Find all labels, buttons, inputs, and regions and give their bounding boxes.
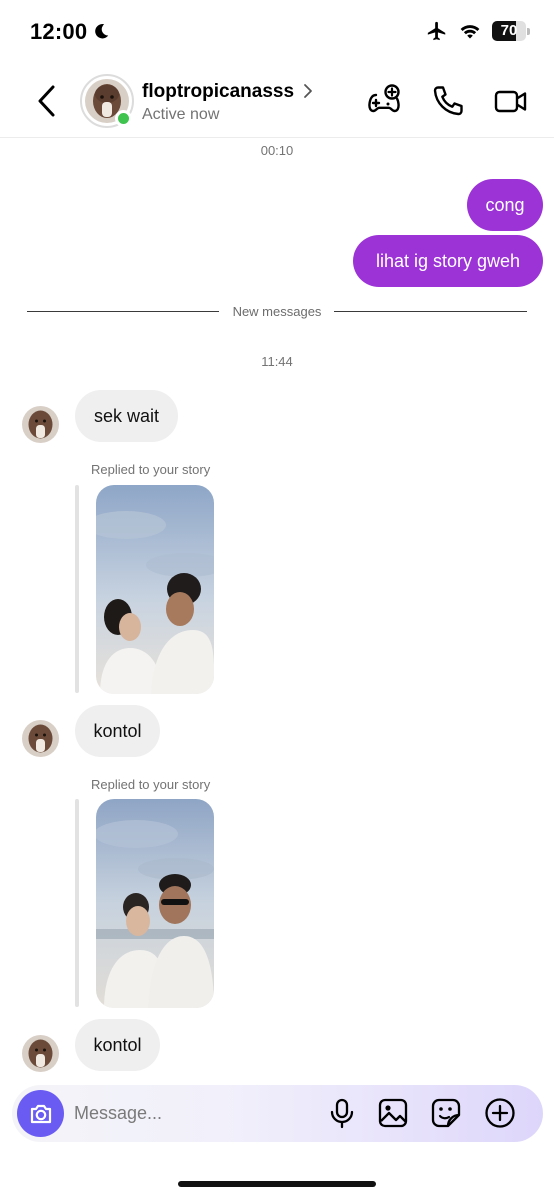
sender-avatar[interactable] xyxy=(22,720,59,757)
games-icon[interactable] xyxy=(366,83,402,119)
airplane-icon xyxy=(427,21,446,41)
story-thumbnail[interactable] xyxy=(96,485,214,694)
story-thumbnail[interactable] xyxy=(96,799,214,1008)
chevron-right-icon[interactable] xyxy=(302,83,314,99)
camera-button[interactable] xyxy=(17,1090,64,1137)
battery-level: 70 xyxy=(500,22,518,39)
online-indicator xyxy=(115,110,132,127)
chat-header: floptropicanasss Active now xyxy=(0,66,554,138)
incoming-message[interactable]: kontol xyxy=(75,705,160,757)
outgoing-message[interactable]: lihat ig story gweh xyxy=(353,235,543,287)
incoming-message[interactable]: kontol xyxy=(75,1019,160,1071)
sender-avatar[interactable] xyxy=(22,1035,59,1072)
reply-quote-bar xyxy=(75,799,79,1007)
battery-icon: 70 xyxy=(492,21,526,41)
incoming-message[interactable]: sek wait xyxy=(75,390,178,442)
camera-icon xyxy=(30,1104,51,1123)
chat-username[interactable]: floptropicanasss xyxy=(142,81,294,103)
active-status: Active now xyxy=(142,106,220,123)
battery-tip xyxy=(527,27,530,35)
back-chevron-icon[interactable] xyxy=(34,84,60,118)
gallery-icon[interactable] xyxy=(377,1097,409,1129)
status-time: 12:00 xyxy=(30,19,88,44)
status-bar: 12:00 70 xyxy=(0,0,554,66)
message-composer xyxy=(12,1085,543,1142)
reply-quote-bar xyxy=(75,485,79,693)
microphone-icon[interactable] xyxy=(326,1097,358,1129)
home-indicator[interactable] xyxy=(178,1181,376,1187)
sender-avatar[interactable] xyxy=(22,406,59,443)
divider-line-right xyxy=(334,311,527,312)
message-timestamp: 11:44 xyxy=(261,354,293,369)
add-icon[interactable] xyxy=(484,1097,516,1129)
message-input[interactable] xyxy=(74,1099,314,1127)
story-reply-label: Replied to your story xyxy=(91,777,211,792)
moon-icon xyxy=(95,24,109,39)
phone-icon[interactable] xyxy=(430,83,466,119)
outgoing-message[interactable]: cong xyxy=(467,179,543,231)
message-timestamp: 00:10 xyxy=(260,143,294,158)
sticker-icon[interactable] xyxy=(430,1097,462,1129)
wifi-icon xyxy=(460,25,480,39)
video-icon[interactable] xyxy=(493,83,529,119)
story-reply-label: Replied to your story xyxy=(91,462,211,477)
